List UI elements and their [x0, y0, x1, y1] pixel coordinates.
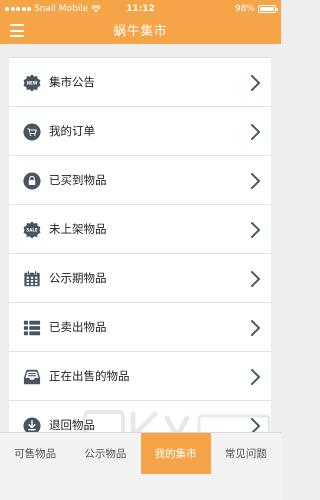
svg-text:NEW: NEW	[27, 80, 38, 85]
bottom-tab-bar: 可售物品 公示物品 我的集市 常见问题	[0, 432, 281, 474]
menu-item-label: 退回物品	[49, 418, 95, 432]
status-right: 98%	[234, 4, 278, 14]
home-indicator-area	[0, 474, 281, 500]
status-left: Snail Mobile	[5, 4, 102, 14]
cart-icon	[23, 123, 41, 141]
sale-badge-icon: SALE	[23, 221, 41, 239]
chevron-right-icon	[251, 320, 260, 336]
menu-item-label: 集市公告	[49, 75, 95, 89]
page-title: 蜗牛集市	[113, 23, 168, 38]
menu-item-purchased[interactable]: 已买到物品	[9, 156, 271, 205]
list-icon	[23, 320, 41, 336]
menu-list: NEW 集市公告 我的订单 已买到物品 SALE 未上架物品 公示期物品 已卖出…	[9, 57, 271, 450]
signal-icon	[5, 7, 31, 11]
chevron-right-icon	[251, 222, 260, 238]
menu-item-label: 已买到物品	[49, 173, 107, 187]
status-bar: Snail Mobile 11:12 98%	[0, 0, 281, 18]
calendar-icon	[24, 270, 40, 287]
nav-bar: 蜗牛集市	[0, 18, 281, 44]
menu-item-on-sale[interactable]: 正在出售的物品	[9, 352, 271, 401]
tab-faq[interactable]: 常见问题	[211, 433, 281, 474]
menu-item-label: 我的订单	[49, 124, 95, 138]
menu-item-my-orders[interactable]: 我的订单	[9, 107, 271, 156]
svg-text:SALE: SALE	[26, 227, 37, 232]
menu-item-label: 未上架物品	[49, 222, 107, 236]
menu-item-announcements[interactable]: NEW 集市公告	[9, 58, 271, 107]
inbox-icon	[23, 369, 41, 385]
chevron-right-icon	[251, 75, 260, 91]
tab-public-items[interactable]: 公示物品	[70, 433, 140, 474]
chevron-right-icon	[251, 124, 260, 140]
menu-item-label: 正在出售的物品	[49, 369, 130, 383]
lock-icon	[23, 172, 41, 190]
battery-percent: 98%	[234, 4, 255, 14]
menu-item-label: 已卖出物品	[49, 320, 107, 334]
chevron-right-icon	[251, 173, 260, 189]
chevron-right-icon	[251, 369, 260, 385]
battery-icon	[258, 5, 278, 13]
wifi-icon	[91, 5, 102, 13]
chevron-right-icon	[251, 271, 260, 287]
tab-my-market[interactable]: 我的集市	[140, 433, 211, 474]
tab-available-items[interactable]: 可售物品	[0, 433, 70, 474]
menu-item-sold[interactable]: 已卖出物品	[9, 303, 271, 352]
menu-item-unlisted[interactable]: SALE 未上架物品	[9, 205, 271, 254]
new-badge-icon: NEW	[23, 74, 41, 92]
menu-item-public-notice[interactable]: 公示期物品	[9, 254, 271, 303]
menu-item-label: 公示期物品	[49, 271, 107, 285]
carrier-name: Snail Mobile	[34, 4, 89, 14]
